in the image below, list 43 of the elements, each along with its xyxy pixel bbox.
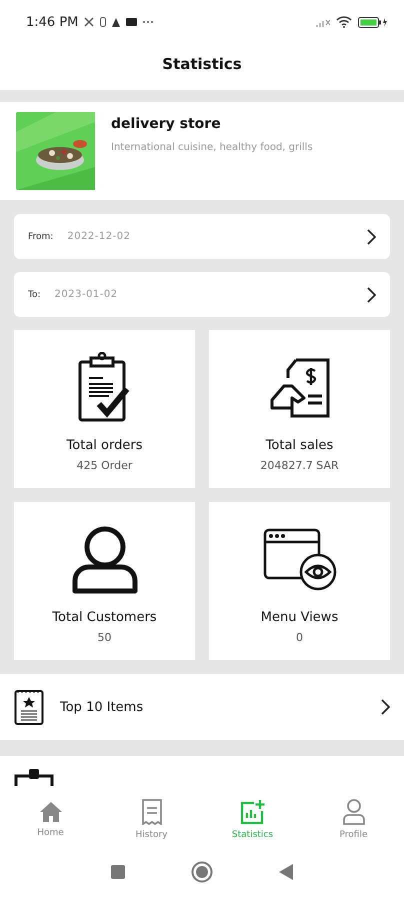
link-label: Top 10 Items bbox=[60, 700, 144, 714]
invoice-hand-icon bbox=[270, 358, 330, 418]
stat-label: Total orders bbox=[66, 438, 142, 453]
date-value: 2022-12-02 bbox=[67, 231, 132, 242]
stat-value: 50 bbox=[98, 631, 112, 644]
person-icon bbox=[72, 525, 138, 595]
stat-value: 425 Order bbox=[76, 459, 132, 472]
receipt-icon bbox=[140, 798, 162, 824]
status-time: 1:46 PM bbox=[26, 14, 78, 30]
nav-tab[interactable]: Home bbox=[0, 800, 101, 838]
chevron-right-icon bbox=[380, 699, 390, 715]
nav-tab[interactable]: History bbox=[101, 798, 202, 840]
wifi-icon bbox=[336, 16, 352, 28]
signal-icon bbox=[316, 17, 330, 27]
chart-plus-icon bbox=[240, 798, 266, 824]
date-label: To: bbox=[28, 290, 41, 300]
chevron-right-icon bbox=[366, 286, 376, 302]
nav-tab[interactable]: Statistics bbox=[202, 798, 303, 840]
battery-icon bbox=[358, 16, 388, 28]
date-value: 2023-01-02 bbox=[54, 289, 119, 300]
browser-eye-icon bbox=[262, 528, 336, 592]
list-document-icon bbox=[14, 688, 44, 726]
stat-value: 0 bbox=[296, 631, 303, 644]
person-icon bbox=[342, 798, 366, 824]
back-button[interactable] bbox=[279, 864, 293, 880]
date-filter-row[interactable]: To: 2023-01-02 bbox=[14, 272, 390, 317]
home-icon bbox=[38, 800, 62, 822]
stat-value: 204827.7 SAR bbox=[260, 459, 339, 472]
stat-label: Menu Views bbox=[260, 610, 338, 625]
date-filter-row[interactable]: From: 2022-12-02 bbox=[14, 214, 390, 259]
link-row[interactable]: Top 10 Items bbox=[0, 674, 404, 740]
nav-tab[interactable]: Profile bbox=[303, 798, 404, 840]
chevron-right-icon bbox=[366, 228, 376, 244]
store-name: delivery store bbox=[111, 116, 222, 132]
stat-label: Total sales bbox=[266, 438, 334, 453]
home-button[interactable] bbox=[191, 861, 213, 883]
screen-title: Statistics bbox=[162, 55, 242, 73]
store-description: International cuisine, healthy food, grills bbox=[111, 142, 313, 153]
media-icon bbox=[126, 18, 138, 26]
stat-label: Total Customers bbox=[52, 610, 157, 625]
date-label: From: bbox=[28, 232, 54, 242]
phone-icon bbox=[100, 17, 106, 27]
triangle-icon bbox=[112, 18, 120, 26]
